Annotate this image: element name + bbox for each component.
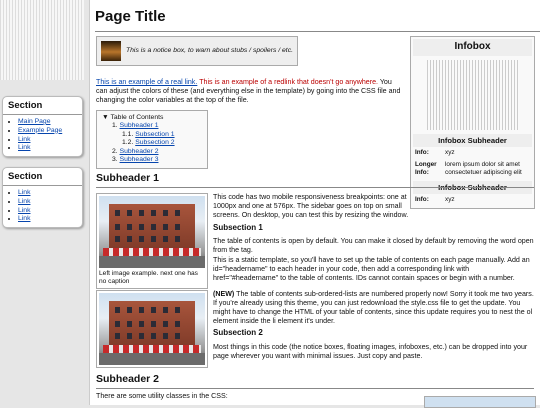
toc-link-subsection-2[interactable]: Subsection 2 bbox=[135, 139, 174, 146]
real-link[interactable]: This is an example of a real link. bbox=[96, 78, 197, 86]
sidebar-link[interactable]: Link bbox=[18, 189, 30, 196]
infobox-value: xyz bbox=[445, 148, 455, 156]
sidebar: Section Main Page Example Page Link Link… bbox=[0, 0, 84, 405]
site-logo[interactable] bbox=[0, 0, 84, 80]
paragraph: Most things in this code (the notice box… bbox=[213, 343, 528, 360]
building-photo bbox=[99, 293, 205, 365]
infobox-image bbox=[426, 59, 519, 130]
paragraph: This is a static template, so you'll hav… bbox=[213, 256, 530, 282]
infobox-label: Info: bbox=[415, 148, 429, 156]
sidebar-section-2: Section Link Link Link Link bbox=[2, 167, 83, 229]
paragraph: The table of contents is open by default… bbox=[213, 237, 534, 254]
sidebar-link[interactable]: Link bbox=[18, 198, 30, 205]
infobox-value: xyz bbox=[445, 196, 455, 204]
notice-text: This is a notice box, to warn about stub… bbox=[126, 46, 293, 54]
main-content: Page Title This is a notice box, to warn… bbox=[89, 0, 540, 408]
figure-with-caption: Left image example. next one has no capt… bbox=[96, 193, 208, 290]
subsection-2: Subsection 2 bbox=[213, 328, 263, 337]
red-link[interactable]: This is an example of a redlink that doe… bbox=[199, 78, 378, 86]
sidebar-section-title: Section bbox=[3, 97, 82, 115]
triangle-down-icon[interactable]: ▼ bbox=[102, 114, 109, 121]
subheader-1: Subheader 1 bbox=[96, 172, 534, 189]
sidebar-section-title: Section bbox=[3, 168, 82, 186]
infobox-title: Infobox bbox=[413, 39, 532, 56]
notice-box: This is a notice box, to warn about stub… bbox=[96, 36, 298, 66]
paragraph: There are some utility classes in the CS… bbox=[96, 392, 228, 400]
toc-number: 1.2. bbox=[122, 139, 134, 147]
toc-link-subsection-1[interactable]: Subsection 1 bbox=[135, 131, 174, 138]
toc-number: 1. bbox=[112, 122, 118, 130]
toc-number: 2. bbox=[112, 147, 118, 155]
sidebar-link[interactable]: Link bbox=[18, 215, 30, 222]
toc-link-subheader-1[interactable]: Subheader 1 bbox=[120, 122, 159, 129]
infobox-label: Info: bbox=[415, 196, 429, 204]
sidebar-section-1: Section Main Page Example Page Link Link bbox=[2, 96, 83, 158]
toc-number: 3. bbox=[112, 156, 118, 164]
sidebar-link-main-page[interactable]: Main Page bbox=[18, 118, 51, 125]
subheader-2: Subheader 2 bbox=[96, 373, 534, 390]
sidebar-link-example-page[interactable]: Example Page bbox=[18, 127, 62, 134]
sidebar-link[interactable]: Link bbox=[18, 136, 30, 143]
paragraph-text: The table of contents sub-ordered-lists … bbox=[213, 290, 534, 325]
toc-toggle[interactable]: ▼ Table of Contents bbox=[102, 114, 202, 122]
toc-link-subheader-2[interactable]: Subheader 2 bbox=[120, 148, 159, 155]
sidebar-link[interactable]: Link bbox=[18, 144, 30, 151]
building-photo bbox=[99, 196, 205, 268]
paragraph: This code has two mobile responsiveness … bbox=[213, 193, 409, 219]
table-of-contents: ▼ Table of Contents 1. Subheader 1 1.1. … bbox=[96, 110, 208, 169]
paragraph: (NEW) The table of contents sub-ordered-… bbox=[213, 290, 535, 325]
intro-paragraph: This is an example of a real link. This … bbox=[96, 78, 401, 105]
toc-link-subheader-3[interactable]: Subheader 3 bbox=[120, 156, 159, 163]
subsection-1: Subsection 1 bbox=[213, 223, 263, 232]
infobox-row: Info: xyz bbox=[413, 147, 532, 159]
figure-no-caption bbox=[96, 290, 208, 368]
sidebar-link[interactable]: Link bbox=[18, 207, 30, 214]
floating-image bbox=[424, 396, 536, 408]
figure-caption: Left image example. next one has no capt… bbox=[99, 270, 198, 286]
infobox-row: Info: xyz bbox=[413, 194, 532, 206]
infobox-subheader: Infobox Subheader bbox=[413, 133, 532, 147]
toc-number: 1.1. bbox=[122, 130, 134, 138]
notice-image bbox=[101, 41, 121, 61]
new-label: (NEW) bbox=[213, 290, 235, 298]
toc-title: Table of Contents bbox=[110, 114, 164, 121]
page-title: Page Title bbox=[95, 0, 540, 32]
